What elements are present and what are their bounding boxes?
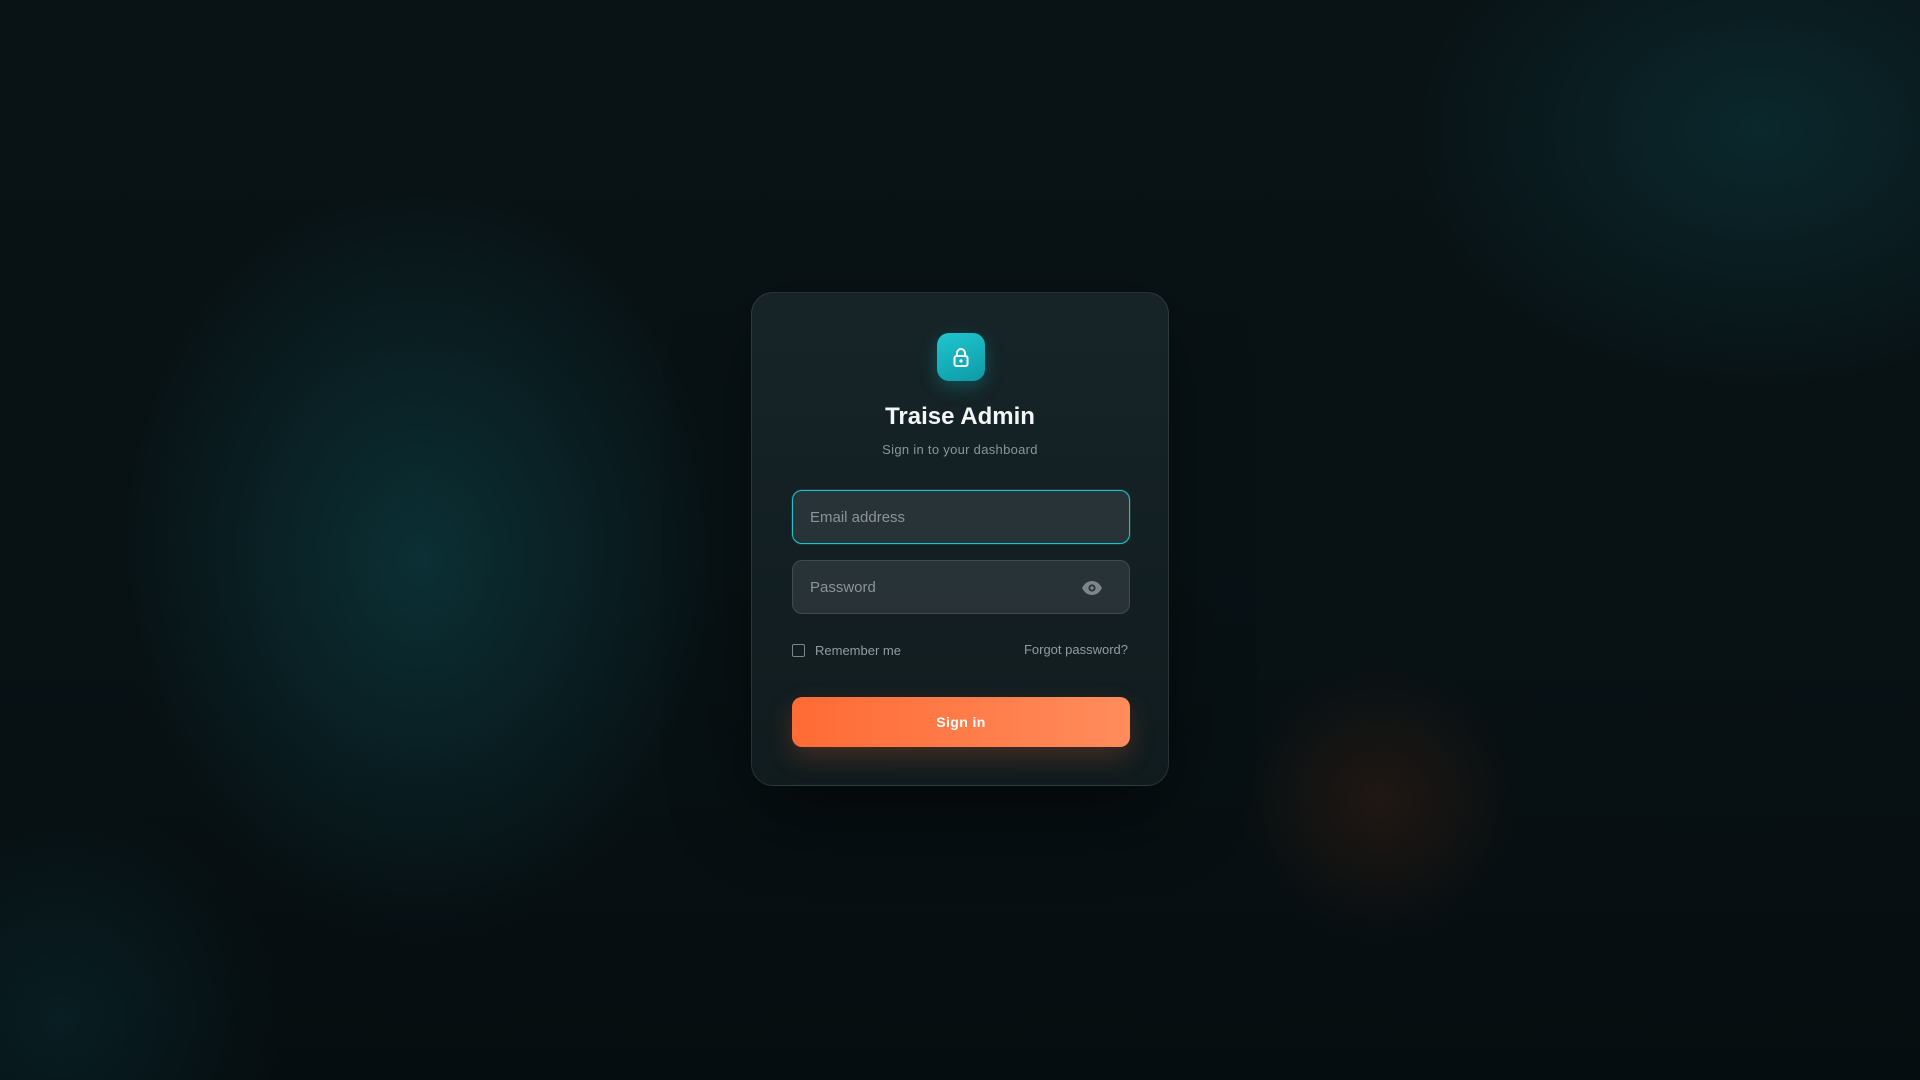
password-field[interactable] [792,560,1130,614]
email-field[interactable] [792,490,1130,544]
forgot-password-link[interactable]: Forgot password? [1024,643,1128,656]
lock-badge [937,333,985,381]
lock-icon [953,348,969,367]
password-input[interactable] [793,561,1129,613]
remember-me-checkbox[interactable]: Remember me [792,643,901,658]
email-input[interactable] [793,491,1129,543]
sign-in-button[interactable]: Sign in [792,697,1130,747]
page-subtitle: Sign in to your dashboard [882,442,1038,457]
login-card: Traise Admin Sign in to your dashboard R… [751,292,1169,786]
page-title: Traise Admin [885,403,1035,430]
checkbox-box[interactable] [792,644,805,657]
remember-me-label: Remember me [815,643,901,658]
eye-icon[interactable] [1081,578,1103,598]
